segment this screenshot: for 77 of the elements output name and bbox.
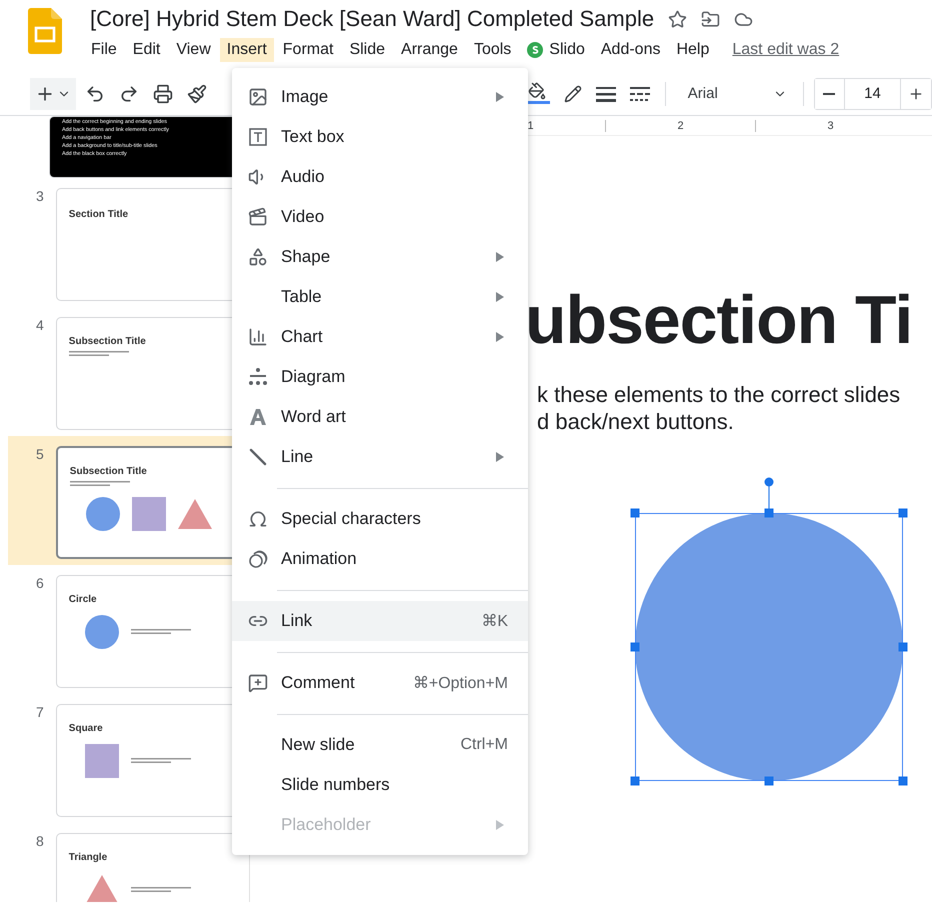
tiny-text-drawing — [70, 481, 130, 487]
line-weight-icon — [596, 86, 616, 102]
diagram-icon — [248, 367, 268, 387]
paint-bucket-icon — [528, 82, 546, 100]
slide-title: Triangle — [68, 852, 108, 863]
shortcut-text: ⌘+Option+M — [412, 674, 508, 693]
menu-item[interactable]: Arrange — [394, 38, 465, 62]
line-icon — [248, 447, 268, 467]
document-title[interactable]: [Core] Hybrid Stem Deck [Sean Ward] Completed Sample — [90, 6, 654, 32]
resize-handle[interactable] — [630, 642, 640, 652]
addon-menu-item[interactable]: Slido — [520, 38, 592, 62]
menu-item[interactable]: Add-ons — [594, 38, 668, 62]
line-dash-icon — [630, 86, 650, 102]
slide-body-text: k these elements to the correct slides — [537, 381, 902, 408]
menu-item[interactable]: Tools — [466, 38, 518, 62]
undo-icon — [85, 84, 105, 104]
resize-handle[interactable] — [630, 508, 640, 518]
decrease-size-button[interactable] — [814, 78, 845, 108]
menu-item[interactable]: Help — [669, 38, 716, 62]
tiny-text-drawing — [68, 351, 129, 357]
new-slide-button[interactable] — [30, 78, 76, 110]
text-box-icon — [248, 127, 268, 147]
shortcut-text: Ctrl+M — [460, 736, 508, 754]
ruler-number: 1 — [527, 120, 534, 132]
tiny-text-drawing — [130, 887, 191, 893]
slide-title: Square — [68, 723, 104, 734]
menu-item[interactable]: File — [84, 38, 124, 62]
animation-icon — [248, 549, 268, 569]
slide-body-text: d back/next buttons. — [537, 408, 735, 435]
slide-title: ubsection Ti — [525, 281, 914, 359]
slide-title: Subsection Title — [70, 466, 148, 477]
slide-number: 4 — [36, 317, 44, 335]
minus-icon — [823, 92, 836, 94]
star-icon[interactable] — [668, 10, 688, 28]
tiny-text-drawing — [130, 629, 191, 635]
chart-icon — [248, 327, 268, 347]
redo-icon — [119, 84, 139, 104]
resize-handle[interactable] — [898, 642, 908, 652]
slide-title: Circle — [68, 594, 98, 605]
slido-logo — [527, 42, 544, 58]
comment-icon — [248, 673, 268, 693]
slide-number: 6 — [36, 575, 44, 593]
menu-option[interactable]: Image — [232, 77, 528, 117]
resize-handle[interactable] — [898, 776, 908, 786]
ruler-number: 2 — [677, 120, 684, 132]
shapes-icon — [248, 247, 268, 267]
menu-item[interactable]: View — [169, 38, 218, 62]
last-edit-link[interactable]: Last edit was 2 — [732, 41, 840, 59]
resize-handle[interactable] — [898, 508, 908, 518]
resize-handle[interactable] — [764, 776, 774, 786]
menu-option[interactable]: Link ⌘K — [232, 601, 528, 641]
ruler-number: 3 — [827, 120, 834, 132]
slide-number: 5 — [36, 446, 44, 464]
paint-roller-icon — [187, 84, 207, 104]
menu-item[interactable]: Edit — [126, 38, 168, 62]
shortcut-text: ⌘K — [481, 612, 508, 631]
menu-item[interactable]: Slide — [342, 38, 392, 62]
move-folder-icon[interactable] — [701, 10, 720, 28]
slide-number: 3 — [36, 188, 44, 206]
menu-item[interactable]: Format — [276, 38, 340, 62]
circle-shape[interactable] — [635, 513, 903, 781]
resize-handle[interactable] — [764, 508, 774, 518]
slide-number: 7 — [36, 704, 44, 722]
slide-title: Subsection Title — [68, 336, 147, 347]
font-dropdown[interactable]: Arial — [676, 85, 794, 102]
menu-item[interactable]: Insert — [220, 38, 274, 62]
omega-icon — [248, 509, 268, 529]
tiny-text-drawing — [130, 758, 191, 764]
plus-icon — [908, 86, 924, 102]
word-art-icon — [248, 407, 268, 427]
resize-handle[interactable] — [630, 776, 640, 786]
slide-number: 8 — [36, 833, 44, 851]
printer-icon — [153, 84, 173, 104]
clapperboard-icon — [248, 207, 268, 227]
pencil-icon — [564, 84, 582, 102]
slide-title: Section Title — [68, 209, 130, 220]
image-icon — [248, 87, 268, 107]
